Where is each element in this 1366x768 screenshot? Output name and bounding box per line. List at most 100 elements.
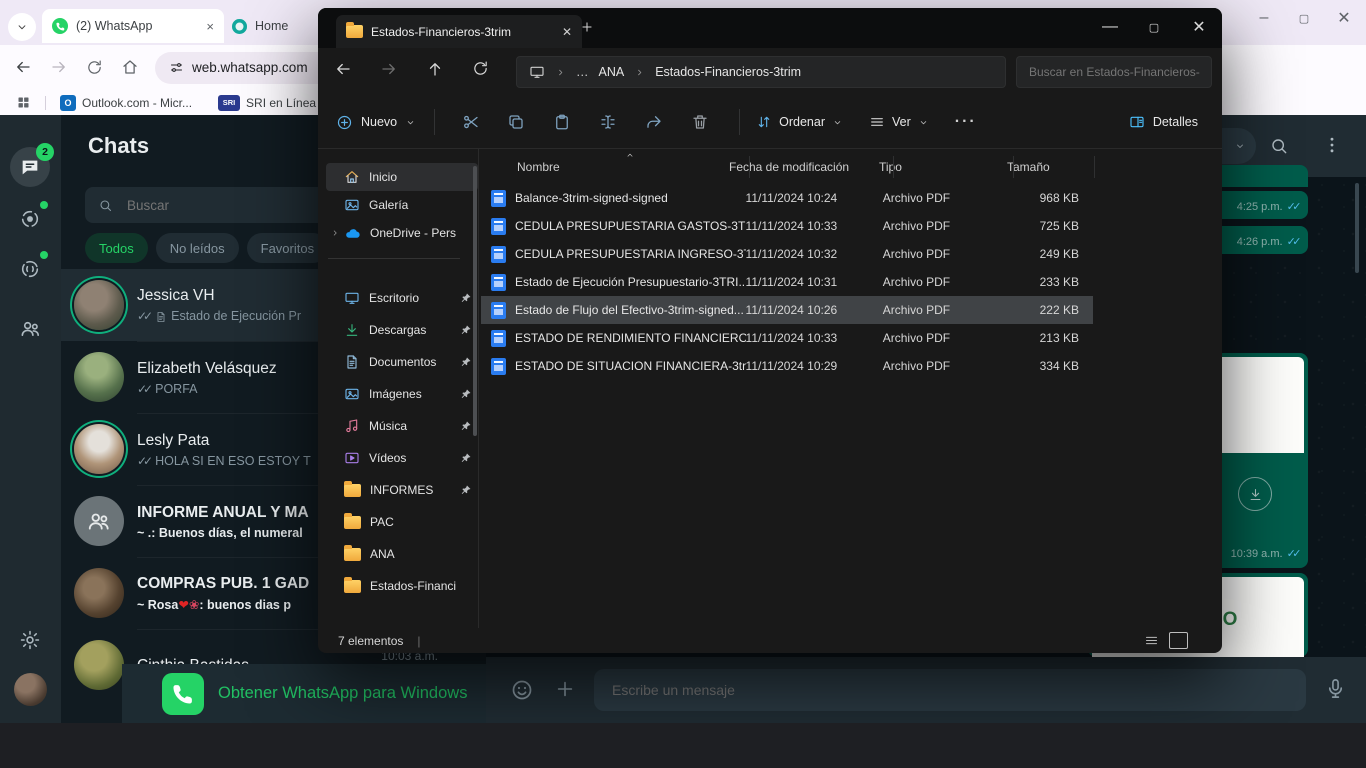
browser-maximize-button[interactable]: ▢: [1284, 4, 1324, 32]
sidebar-scrollbar[interactable]: [473, 166, 477, 436]
file-row[interactable]: Balance-3trim-signed-signed 11/11/2024 1…: [481, 184, 1093, 212]
column-divider[interactable]: [893, 156, 894, 178]
breadcrumb-overflow[interactable]: …: [576, 65, 589, 79]
nav-forward-icon[interactable]: [380, 60, 398, 78]
nav-refresh-icon[interactable]: [472, 60, 489, 77]
sidebar-item-galeria[interactable]: Galería: [326, 191, 478, 219]
sort-button[interactable]: Ordenar: [756, 114, 843, 130]
cut-button[interactable]: [449, 113, 493, 131]
file-name: Balance-3trim-signed-signed: [515, 191, 746, 205]
download-button[interactable]: [1238, 477, 1272, 511]
chat-scrollbar[interactable]: [1355, 183, 1359, 273]
file-row-selected[interactable]: Estado de Flujo del Efectivo-3trim-signe…: [481, 296, 1093, 324]
browser-home-icon[interactable]: [121, 58, 139, 76]
emoji-icon[interactable]: [510, 678, 534, 702]
rail-communities-button[interactable]: [10, 308, 50, 348]
tab-close-icon[interactable]: ×: [206, 19, 214, 34]
new-button[interactable]: Nuevo: [336, 114, 416, 131]
explorer-search-input[interactable]: [1027, 64, 1211, 80]
sidebar-item-documentos[interactable]: Documentos: [326, 348, 478, 376]
paste-button[interactable]: [539, 113, 585, 131]
column-fecha[interactable]: Fecha de modificación: [721, 160, 873, 174]
sidebar-item-descargas[interactable]: Descargas: [326, 316, 478, 344]
browser-forward-icon[interactable]: [50, 58, 68, 76]
browser-close-button[interactable]: ✕: [1324, 4, 1364, 32]
toolbar-more-icon[interactable]: ···: [955, 113, 977, 131]
view-button[interactable]: Ver: [869, 114, 929, 130]
column-divider[interactable]: [749, 156, 750, 178]
attach-plus-icon[interactable]: [554, 678, 576, 700]
rail-status-button[interactable]: [10, 199, 50, 239]
search-icon: [98, 198, 113, 213]
sidebar-item-musica[interactable]: Música: [326, 412, 478, 440]
sidebar-item-escritorio[interactable]: Escritorio: [326, 284, 478, 312]
explorer-tab[interactable]: Estados-Financieros-3trim ✕: [336, 15, 582, 48]
rail-channels-button[interactable]: [10, 249, 50, 289]
mic-icon[interactable]: [1324, 677, 1347, 700]
share-button[interactable]: [631, 113, 677, 131]
file-size: 725 KB: [997, 219, 1093, 233]
breadcrumb-item-current[interactable]: Estados-Financieros-3trim: [655, 65, 801, 79]
explorer-search-box[interactable]: [1016, 56, 1212, 88]
copy-button[interactable]: [493, 113, 539, 131]
column-nombre[interactable]: Nombre: [517, 160, 721, 174]
file-row[interactable]: CEDULA PRESUPUESTARIA GASTOS-3TRI... 11/…: [481, 212, 1093, 240]
bookmark-sri[interactable]: SRI SRI en Línea -: [218, 95, 323, 111]
sidebar-item-videos[interactable]: Vídeos: [326, 444, 478, 472]
tab-search-button[interactable]: [8, 13, 36, 41]
explorer-maximize-button[interactable]: ▢: [1132, 8, 1176, 46]
sidebar-item-onedrive[interactable]: OneDrive - Pers: [326, 219, 478, 247]
sidebar-item-estados-financieros[interactable]: Estados-Financi: [326, 572, 478, 600]
sidebar-item-imagenes[interactable]: Imágenes: [326, 380, 478, 408]
nav-up-icon[interactable]: [426, 60, 444, 78]
get-whatsapp-banner[interactable]: Obtener WhatsApp para Windows: [122, 664, 547, 723]
status-divider: |: [417, 634, 420, 648]
column-tipo[interactable]: Tipo: [873, 160, 999, 174]
details-button[interactable]: Detalles: [1129, 114, 1198, 130]
message-input[interactable]: [610, 681, 1254, 699]
rail-settings-button[interactable]: [10, 620, 50, 660]
new-tab-icon[interactable]: [580, 20, 594, 34]
file-row[interactable]: Estado de Ejecución Presupuestario-3TRI.…: [481, 268, 1093, 296]
profile-avatar[interactable]: [14, 673, 47, 706]
browser-reload-icon[interactable]: [86, 59, 103, 77]
nav-back-icon[interactable]: [334, 60, 352, 78]
column-divider[interactable]: [1094, 156, 1095, 178]
browser-minimize-button[interactable]: –: [1244, 4, 1284, 32]
file-row[interactable]: ESTADO DE RENDIMIENTO FINANCIERO-... 11/…: [481, 324, 1093, 352]
filter-favoritos[interactable]: Favoritos: [247, 233, 328, 263]
explorer-minimize-button[interactable]: —: [1088, 8, 1132, 46]
sidebar-item-ana[interactable]: ANA: [326, 540, 478, 568]
conversation-menu-kebab-icon[interactable]: [1322, 135, 1342, 155]
tab-close-icon[interactable]: ✕: [562, 25, 572, 39]
sidebar-label: Imágenes: [369, 387, 422, 401]
breadcrumb[interactable]: … ANA Estados-Financieros-3trim: [516, 56, 1006, 88]
file-size: 968 KB: [997, 191, 1093, 205]
column-tamano[interactable]: Tamaño: [999, 160, 1050, 174]
column-divider[interactable]: [1013, 156, 1014, 178]
file-row[interactable]: CEDULA PRESUPUESTARIA INGRESO-3TRI... 11…: [481, 240, 1093, 268]
filter-todos[interactable]: Todos: [85, 233, 148, 263]
details-view-icon[interactable]: [1144, 633, 1159, 648]
onedrive-cloud-icon: [344, 225, 361, 242]
sidebar-item-pac[interactable]: PAC: [326, 508, 478, 536]
browser-tab-whatsapp[interactable]: (2) WhatsApp ×: [42, 9, 224, 43]
sidebar-item-informes[interactable]: INFORMES: [326, 476, 478, 504]
rename-button[interactable]: [585, 113, 631, 131]
chevron-down-icon: [1234, 140, 1246, 152]
apps-grid-icon[interactable]: [16, 95, 31, 110]
sidebar-item-inicio[interactable]: Inicio: [326, 163, 478, 191]
filter-no-leidos[interactable]: No leídos: [156, 233, 239, 263]
delete-button[interactable]: [677, 113, 723, 131]
file-row[interactable]: ESTADO DE SITUACION FINANCIERA-3tri... 1…: [481, 352, 1093, 380]
conversation-search-icon[interactable]: [1269, 136, 1289, 156]
bookmark-outlook[interactable]: O Outlook.com - Micr...: [60, 95, 192, 111]
chevron-down-icon: [918, 117, 929, 128]
breadcrumb-item-ana[interactable]: ANA: [599, 65, 625, 79]
browser-back-icon[interactable]: [14, 58, 32, 76]
large-icons-view-icon[interactable]: [1169, 632, 1188, 649]
expand-chevron-icon[interactable]: [330, 228, 340, 238]
document-icon: [155, 311, 167, 323]
rail-chats-button[interactable]: 2: [10, 147, 50, 187]
explorer-close-button[interactable]: ✕: [1176, 8, 1222, 46]
